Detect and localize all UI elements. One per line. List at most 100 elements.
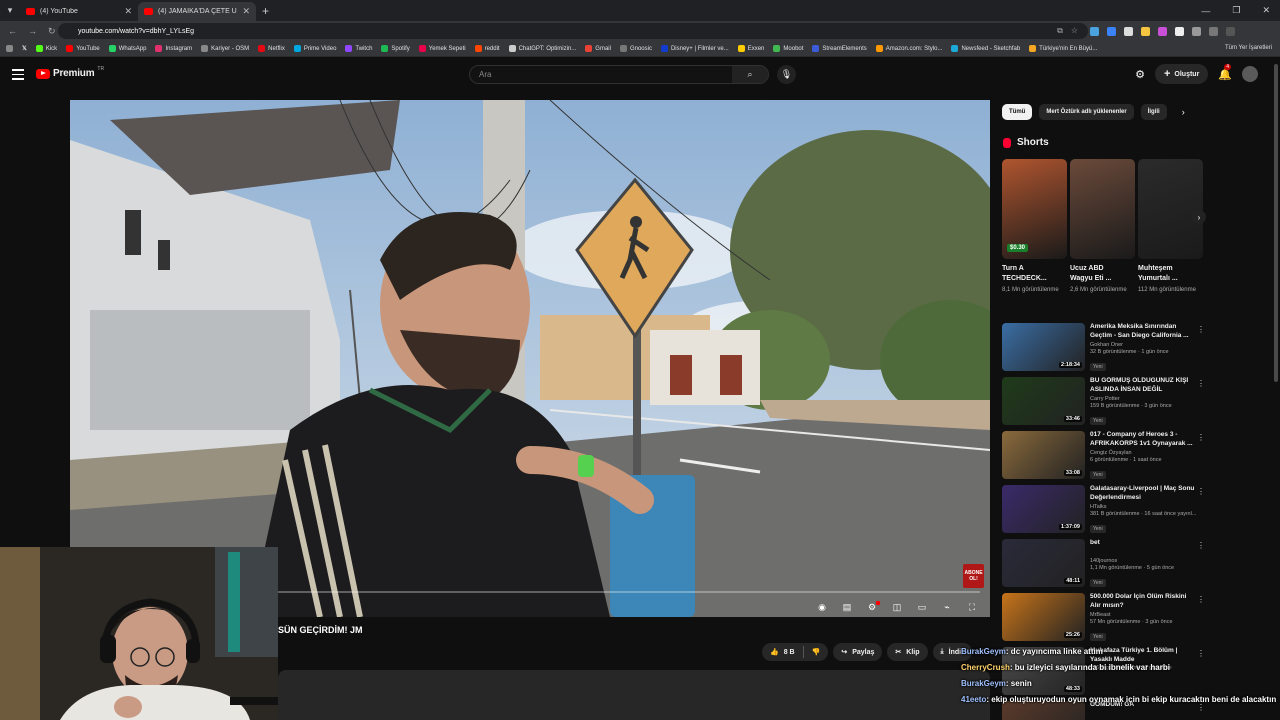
settings-icon[interactable]: ⚙ bbox=[866, 601, 880, 612]
tab-search-icon[interactable]: ▾ bbox=[0, 0, 20, 21]
extension-icon[interactable] bbox=[1090, 27, 1099, 36]
short-card[interactable]: Ucuz ABD Wagyu Eti ... 2,6 Mn görüntülenm… bbox=[1070, 159, 1135, 295]
cast-icon[interactable]: ⌁ bbox=[941, 602, 953, 612]
close-tab-icon[interactable]: ✕ bbox=[124, 6, 132, 17]
short-thumbnail[interactable]: $0.30 bbox=[1002, 159, 1067, 259]
channel-name[interactable]: Gokhan Oner bbox=[1090, 342, 1197, 348]
install-app-icon[interactable]: ⧉ bbox=[1057, 26, 1063, 36]
close-window-icon[interactable]: ✕ bbox=[1262, 5, 1270, 16]
video-title[interactable]: Amerika Meksika Sınırından Geçtim - San … bbox=[1090, 323, 1197, 340]
video-thumbnail[interactable]: 33:08 bbox=[1002, 431, 1085, 479]
channel-name[interactable]: MrBeast bbox=[1090, 612, 1197, 618]
maximize-icon[interactable]: ❐ bbox=[1232, 5, 1240, 16]
bookmark-item[interactable]: Spotify bbox=[381, 45, 410, 52]
bookmark-item[interactable]: Yemek Sepeti bbox=[418, 45, 466, 52]
bookmark-item[interactable]: Newsfeed - Sketchfab bbox=[951, 45, 1020, 52]
bookmark-item[interactable]: Exxen bbox=[737, 45, 764, 52]
channel-name[interactable]: Carry Potter bbox=[1090, 396, 1197, 402]
bookmark-item[interactable]: Netflix bbox=[258, 45, 285, 52]
short-title[interactable]: Ucuz ABD Wagyu Eti ... bbox=[1070, 264, 1135, 284]
bookmark-item[interactable]: YouTube bbox=[66, 45, 100, 52]
short-thumbnail[interactable] bbox=[1070, 159, 1135, 259]
share-button[interactable]: ↪ Paylaş bbox=[833, 643, 883, 661]
bookmark-item[interactable]: Türkiye'nin En Büyü... bbox=[1029, 45, 1097, 52]
new-tab-icon[interactable]: + bbox=[262, 4, 269, 18]
profile-icon[interactable] bbox=[1209, 27, 1218, 36]
video-thumbnail[interactable]: 25:26 bbox=[1002, 593, 1085, 641]
short-title[interactable]: Turn A TECHDECK... bbox=[1002, 264, 1067, 284]
chevron-right-icon[interactable]: › bbox=[1182, 107, 1185, 117]
create-button[interactable]: + Oluştur bbox=[1154, 64, 1209, 84]
reload-icon[interactable]: ↻ bbox=[48, 26, 56, 37]
video-title[interactable]: bet bbox=[1090, 539, 1197, 556]
extension-icon[interactable] bbox=[1107, 27, 1116, 36]
browser-tab-active[interactable]: (4) JAMAİKA'DA ÇETE ÜYES ✕ bbox=[138, 2, 256, 21]
extensions-puzzle-icon[interactable] bbox=[1192, 27, 1201, 36]
bookmark-item[interactable]: ChatGPT: Optimizin... bbox=[508, 45, 576, 52]
clip-button[interactable]: ✂ Klip bbox=[887, 643, 928, 661]
miniplayer-icon[interactable]: ◫ bbox=[891, 602, 903, 612]
bookmark-item[interactable]: Amazon.com: Stylo... bbox=[875, 45, 942, 52]
forward-icon[interactable]: → bbox=[28, 26, 37, 37]
channel-name[interactable]: Cengiz Özyaylan bbox=[1090, 450, 1197, 456]
bookmark-item[interactable]: Moobot bbox=[773, 45, 803, 52]
notifications-button[interactable]: 🔔 4 bbox=[1218, 63, 1232, 81]
bookmark-item[interactable]: Gmail bbox=[585, 45, 611, 52]
all-bookmarks-link[interactable]: Tüm Yer İşaretleri bbox=[1225, 45, 1272, 51]
url-field[interactable]: youtube.com/watch?v=dbhY_LYLsEg ⧉ ☆ bbox=[58, 23, 1088, 39]
extension-icon[interactable] bbox=[1124, 27, 1133, 36]
page-scrollbar[interactable] bbox=[1274, 64, 1278, 382]
bookmark-item[interactable]: Prime Video bbox=[293, 45, 336, 52]
search-button[interactable]: ⌕ bbox=[732, 66, 768, 83]
video-thumbnail[interactable]: 1:37:09 bbox=[1002, 485, 1085, 533]
video-title[interactable]: 500.000 Dolar İçin Ölüm Riskini Alır mıs… bbox=[1090, 593, 1197, 610]
bookmark-item[interactable]: Kick bbox=[35, 45, 57, 52]
video-title[interactable]: 017 - Company of Heroes 3 - AFRIKAKORPS … bbox=[1090, 431, 1197, 448]
bookmark-item[interactable]: Twitch bbox=[345, 45, 372, 52]
extension-icon[interactable] bbox=[1175, 27, 1184, 36]
autoplay-toggle-icon[interactable]: ◉ bbox=[816, 602, 828, 612]
browser-tab[interactable]: (4) YouTube ✕ bbox=[20, 2, 138, 21]
short-thumbnail[interactable] bbox=[1138, 159, 1203, 259]
short-card[interactable]: Muhteşem Yumurtalı ... 112 Mn görüntülenm… bbox=[1138, 159, 1203, 295]
like-button[interactable]: 👍 8 B bbox=[762, 643, 803, 661]
subscribe-watermark[interactable]: ABONE OL! bbox=[963, 564, 984, 588]
video-thumbnail[interactable]: 2:18:34 bbox=[1002, 323, 1085, 371]
more-options-icon[interactable]: ⋮ bbox=[1197, 487, 1205, 496]
more-options-icon[interactable]: ⋮ bbox=[1197, 325, 1205, 334]
chip-all[interactable]: Tümü bbox=[1002, 104, 1033, 120]
bookmark-item[interactable]: Instagram bbox=[155, 45, 192, 52]
video-thumbnail[interactable]: 48:11 bbox=[1002, 539, 1085, 587]
x-icon[interactable]: 𝕏 bbox=[22, 45, 27, 52]
recommended-video[interactable]: 48:11 bet 140journos 1,1 Mn görüntülenme · … bbox=[1002, 539, 1207, 593]
creator-studio-icon[interactable]: ⚙ bbox=[1135, 68, 1145, 81]
recommended-video[interactable]: 2:18:34 Amerika Meksika Sınırından Geçtim… bbox=[1002, 323, 1207, 377]
more-options-icon[interactable]: ⋮ bbox=[1197, 379, 1205, 388]
channel-name[interactable]: 140journos bbox=[1090, 558, 1197, 564]
bookmark-item[interactable]: WhatsApp bbox=[108, 45, 146, 52]
video-title[interactable]: Galatasaray-Liverpool | Maç Sonu Değerle… bbox=[1090, 485, 1197, 502]
bookmark-item[interactable]: Disney+ | Filmler ve... bbox=[660, 45, 729, 52]
short-card[interactable]: $0.30 Turn A TECHDECK... 8,1 Mn görüntülen… bbox=[1002, 159, 1067, 295]
bookmark-item[interactable]: StreamElements bbox=[812, 45, 867, 52]
description-box[interactable] bbox=[278, 670, 990, 720]
channel-name[interactable]: HTalks bbox=[1090, 504, 1197, 510]
dislike-button[interactable]: 👎 bbox=[804, 643, 829, 661]
fullscreen-icon[interactable]: ⛶ bbox=[966, 602, 978, 612]
bookmark-item[interactable]: Gnoosic bbox=[619, 45, 652, 52]
extension-icon[interactable] bbox=[1158, 27, 1167, 36]
shorts-next-button[interactable]: › bbox=[1192, 210, 1206, 224]
video-player[interactable]: ABONE OL! ◉ ▤ ⚙ ◫ ▭ ⌁ ⛶ bbox=[70, 100, 990, 617]
recommended-video[interactable]: 25:26 500.000 Dolar İçin Ölüm Riskini Alı… bbox=[1002, 593, 1207, 647]
minimize-icon[interactable]: — bbox=[1201, 6, 1210, 16]
hamburger-menu-icon[interactable] bbox=[12, 69, 24, 83]
voice-search-button[interactable]: 🎙 bbox=[777, 65, 796, 84]
video-thumbnail[interactable]: 33:46 bbox=[1002, 377, 1085, 425]
menu-icon[interactable] bbox=[1226, 27, 1235, 36]
bookmark-item[interactable]: Kariyer - OSM bbox=[201, 45, 249, 52]
close-tab-icon[interactable]: ✕ bbox=[242, 6, 250, 17]
apps-icon[interactable] bbox=[6, 45, 13, 52]
more-options-icon[interactable]: ⋮ bbox=[1197, 541, 1205, 550]
bookmark-star-icon[interactable]: ☆ bbox=[1071, 26, 1078, 36]
search-input[interactable] bbox=[470, 70, 732, 79]
